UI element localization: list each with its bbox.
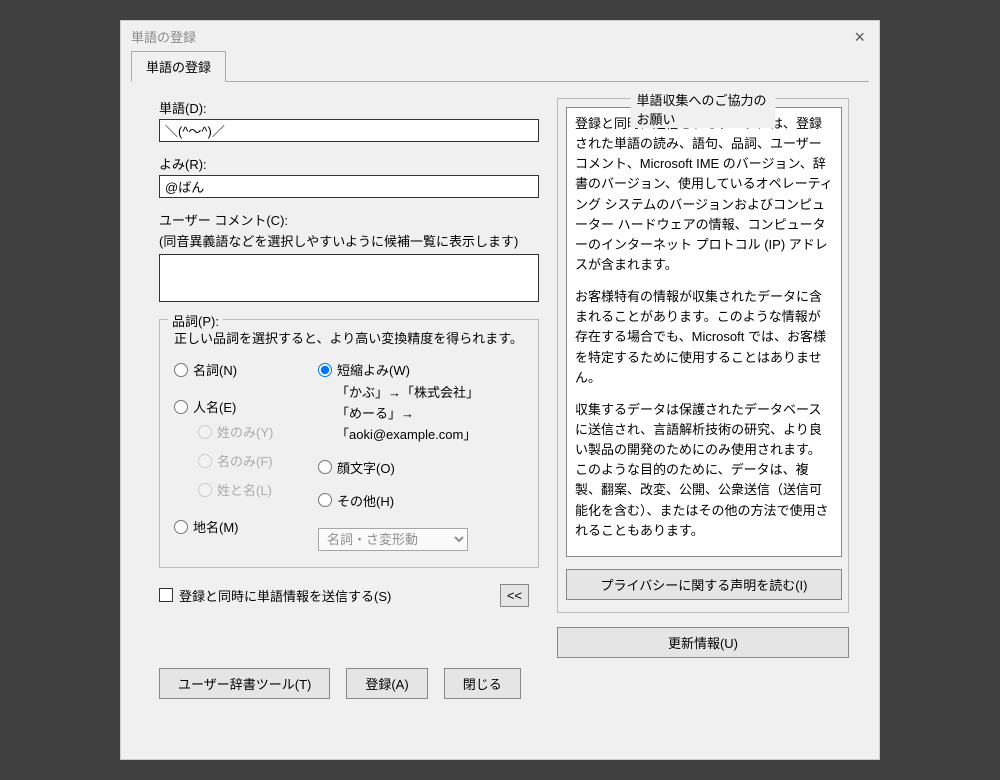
radio-fullname-label: 姓と名(L) — [217, 480, 272, 499]
radio-surname-only: 姓のみ(Y) — [198, 422, 314, 441]
tab-register-word[interactable]: 単語の登録 — [131, 51, 226, 82]
notice-group: 単語収集へのご協力のお願い 登録と同時に送信されるデータには、登録された単語の読… — [557, 98, 849, 613]
notice-textbox[interactable]: 登録と同時に送信されるデータには、登録された単語の読み、語句、品詞、ユーザー コ… — [566, 107, 842, 557]
radio-emoticon[interactable]: 顔文字(O) — [318, 458, 524, 477]
user-dictionary-tool-button[interactable]: ユーザー辞書ツール(T) — [159, 668, 330, 699]
word-input[interactable] — [159, 119, 539, 142]
example-2: 「めーる」→「aoki@example.com」 — [336, 404, 524, 446]
comment-label: ユーザー コメント(C): — [159, 210, 539, 229]
radio-noun[interactable]: 名詞(N) — [174, 360, 314, 379]
radio-shortreading-label: 短縮よみ(W) — [337, 360, 410, 379]
radio-place[interactable]: 地名(M) — [174, 517, 314, 536]
collapse-button[interactable]: << — [500, 584, 529, 607]
tab-header: 単語の登録 — [131, 51, 869, 82]
reading-label: よみ(R): — [159, 154, 539, 173]
radio-noun-label: 名詞(N) — [193, 360, 237, 379]
send-checkbox-label: 登録と同時に単語情報を送信する(S) — [179, 586, 391, 605]
update-info-button[interactable]: 更新情報(U) — [557, 627, 849, 658]
word-label: 単語(D): — [159, 98, 539, 117]
pos-fieldset: 品詞(P): 正しい品詞を選択すると、より高い変換精度を得られます。 名詞(N)… — [159, 319, 539, 568]
radio-person-label: 人名(E) — [193, 397, 236, 416]
notice-p1: 登録と同時に送信されるデータには、登録された単語の読み、語句、品詞、ユーザー コ… — [575, 114, 833, 275]
close-button[interactable]: 閉じる — [444, 668, 521, 699]
shortreading-examples: 「かぶ」→「株式会社」 「めーる」→「aoki@example.com」 — [318, 383, 524, 445]
dialog-window: 単語の登録 × 単語の登録 単語(D): よみ(R): ユーザー コメント(C)… — [120, 20, 880, 760]
register-button[interactable]: 登録(A) — [346, 668, 427, 699]
other-pos-select[interactable]: 名詞・さ変形動 — [318, 528, 468, 551]
titlebar: 単語の登録 × — [121, 21, 879, 51]
send-checkbox[interactable] — [159, 588, 173, 602]
window-title: 単語の登録 — [131, 27, 196, 46]
privacy-statement-button[interactable]: プライバシーに関する声明を読む(I) — [566, 569, 842, 600]
comment-hint: (同音異義語などを選択しやすいように候補一覧に表示します) — [159, 231, 539, 250]
close-icon[interactable]: × — [848, 25, 871, 50]
radio-surname-and-givenname: 姓と名(L) — [198, 480, 314, 499]
radio-person[interactable]: 人名(E) — [174, 397, 314, 416]
radio-emoticon-label: 顔文字(O) — [337, 458, 395, 477]
pos-legend: 品詞(P): — [168, 311, 223, 330]
notice-legend: 単語収集へのご協力のお願い — [631, 90, 776, 128]
radio-place-label: 地名(M) — [193, 517, 239, 536]
pos-description: 正しい品詞を選択すると、より高い変換精度を得られます。 — [174, 330, 524, 348]
radio-givenname-label: 名のみ(F) — [217, 451, 273, 470]
radio-other-label: その他(H) — [337, 491, 394, 510]
radio-surname-label: 姓のみ(Y) — [217, 422, 273, 441]
reading-input[interactable] — [159, 175, 539, 198]
radio-shortreading[interactable]: 短縮よみ(W) — [318, 360, 524, 379]
bottom-button-row: ユーザー辞書ツール(T) 登録(A) 閉じる — [131, 668, 869, 713]
notice-p3: 収集するデータは保護されたデータベースに送信され、言語解析技術の研究、より良い製… — [575, 400, 833, 541]
comment-input[interactable] — [159, 254, 539, 302]
radio-givenname-only: 名のみ(F) — [198, 451, 314, 470]
example-1: 「かぶ」→「株式会社」 — [336, 383, 524, 404]
notice-p2: お客様特有の情報が収集されたデータに含まれることがあります。このような情報が存在… — [575, 287, 833, 388]
radio-other[interactable]: その他(H) — [318, 491, 524, 510]
